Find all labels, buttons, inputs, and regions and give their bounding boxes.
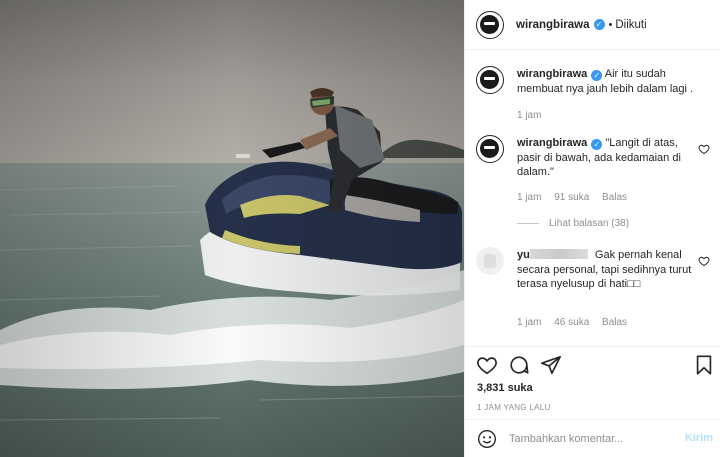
heart-icon[interactable] bbox=[476, 354, 498, 376]
blurred-username bbox=[529, 249, 588, 259]
comment-like-heart-icon[interactable] bbox=[698, 255, 710, 267]
comment-time[interactable]: 1 jam bbox=[517, 192, 541, 203]
caption-username[interactable]: wirangbirawa bbox=[517, 68, 587, 80]
comment-likes[interactable]: 91 suka bbox=[554, 192, 589, 203]
reply-button[interactable]: Balas bbox=[602, 317, 627, 328]
post-dialog: wirangbirawa ✓ • Diikuti wirangbirawa ✓ A… bbox=[0, 0, 720, 457]
author-avatar[interactable] bbox=[476, 10, 504, 39]
emoji-glyphs: □□ bbox=[627, 278, 641, 290]
likes-count[interactable]: 3,831 suka bbox=[477, 382, 533, 394]
comment-like-heart-icon[interactable] bbox=[698, 143, 710, 155]
verified-badge-icon: ✓ bbox=[591, 139, 603, 150]
view-replies-button[interactable]: Lihat balasan (38) bbox=[517, 218, 629, 229]
comment-icon[interactable] bbox=[508, 354, 530, 376]
view-replies-label: Lihat balasan (38) bbox=[549, 218, 630, 229]
smiley-icon[interactable] bbox=[477, 429, 497, 449]
caption-meta: 1 jam bbox=[517, 110, 551, 121]
comment-meta: 1 jam 91 suka Balas bbox=[517, 192, 637, 203]
author-username[interactable]: wirangbirawa bbox=[516, 19, 590, 31]
replies-line bbox=[517, 223, 539, 224]
bookmark-icon[interactable] bbox=[693, 354, 715, 376]
comment-likes[interactable]: 46 suka bbox=[554, 317, 589, 328]
send-button[interactable]: Kirim bbox=[685, 432, 713, 444]
comment-avatar[interactable] bbox=[476, 135, 504, 163]
post-side-panel: wirangbirawa ✓ • Diikuti wirangbirawa ✓ A… bbox=[464, 0, 720, 457]
comment-avatar[interactable] bbox=[476, 247, 504, 275]
comment-input[interactable] bbox=[509, 430, 669, 448]
paper-plane-icon[interactable] bbox=[540, 354, 562, 376]
verified-badge-icon: ✓ bbox=[593, 19, 605, 30]
separator-dot: • bbox=[608, 18, 613, 31]
comment-username[interactable]: yu bbox=[517, 249, 530, 261]
verified-badge-icon: ✓ bbox=[591, 70, 603, 81]
add-comment-bar: Kirim bbox=[465, 419, 720, 457]
comment-meta: 1 jam 46 suka Balas bbox=[517, 317, 637, 328]
comment-username[interactable]: wirangbirawa bbox=[517, 137, 587, 149]
comment-time[interactable]: 1 jam bbox=[517, 317, 541, 328]
posted-time[interactable]: 1 JAM YANG LALU bbox=[477, 403, 551, 412]
caption-time[interactable]: 1 jam bbox=[517, 110, 541, 121]
post-actions: 3,831 suka 1 JAM YANG LALU Kirim bbox=[465, 346, 720, 456]
post-photo[interactable] bbox=[0, 0, 464, 457]
comments-list[interactable]: wirangbirawa ✓ Air itu sudah membuat nya … bbox=[465, 51, 720, 345]
follow-status-button[interactable]: Diikuti bbox=[615, 19, 646, 31]
caption-avatar[interactable] bbox=[476, 66, 504, 94]
post-header: wirangbirawa ✓ • Diikuti bbox=[465, 0, 720, 50]
jet-ski-photo bbox=[0, 0, 464, 457]
reply-button[interactable]: Balas bbox=[602, 192, 627, 203]
